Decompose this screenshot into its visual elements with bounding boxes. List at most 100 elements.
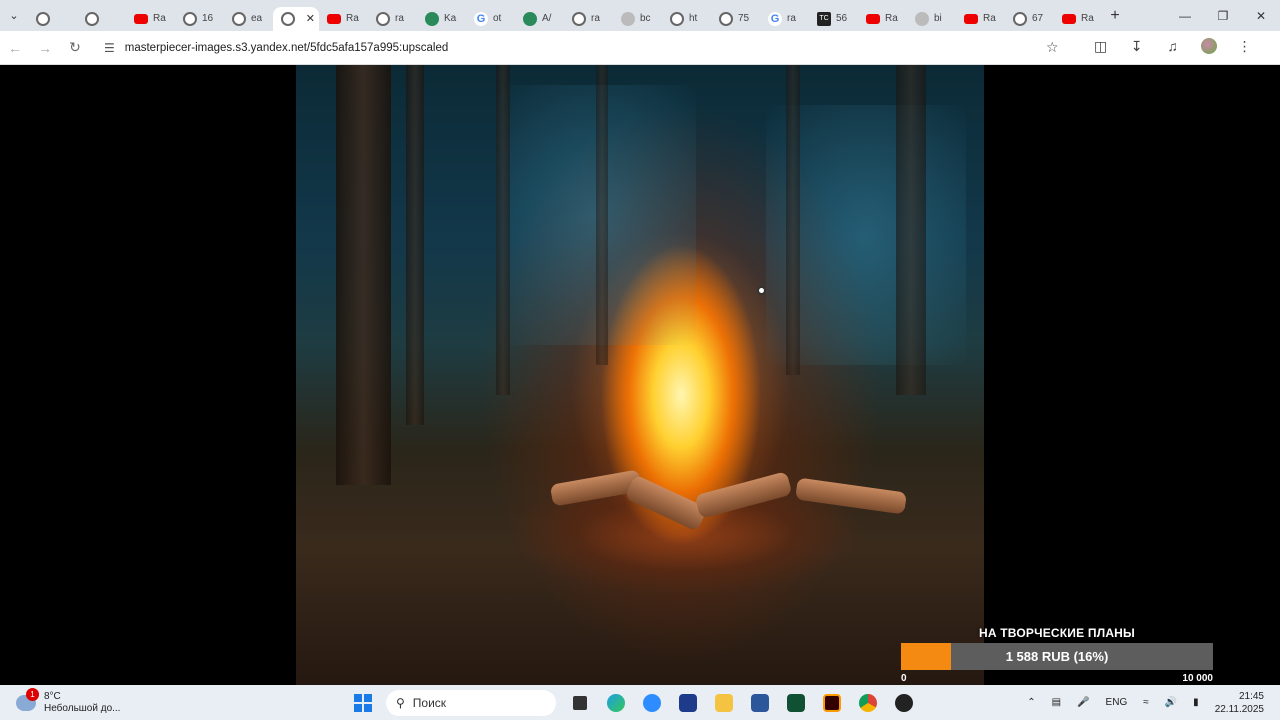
monitor-app-icon[interactable] bbox=[673, 690, 703, 716]
cloud-rain-icon: 1 bbox=[16, 687, 39, 711]
tab[interactable]: TC 56 bbox=[809, 7, 858, 31]
battery-icon[interactable]: ▮ bbox=[1193, 697, 1199, 708]
language-indicator[interactable]: ENG bbox=[1106, 697, 1128, 708]
tree-trunk bbox=[336, 65, 391, 485]
tab[interactable]: ra bbox=[564, 7, 613, 31]
chevron-down-icon: ⌄ bbox=[9, 10, 19, 22]
firewood-log bbox=[694, 471, 793, 519]
start-button[interactable] bbox=[350, 690, 376, 716]
tab[interactable]: bi bbox=[907, 7, 956, 31]
donation-max: 10 000 bbox=[1182, 673, 1213, 684]
game-app-icon[interactable] bbox=[889, 690, 919, 716]
volume-icon[interactable]: 🔊 bbox=[1165, 697, 1177, 708]
media-control-icon[interactable]: ♫ bbox=[1155, 38, 1191, 57]
profile-avatar[interactable] bbox=[1191, 38, 1227, 57]
tab[interactable]: Ra bbox=[858, 7, 907, 31]
tab[interactable]: 16 bbox=[175, 7, 224, 31]
extensions-icon[interactable]: ◫ bbox=[1083, 38, 1119, 57]
bookmark-star-icon[interactable]: ☆ bbox=[1046, 39, 1059, 56]
word-app-icon[interactable] bbox=[745, 690, 775, 716]
tab[interactable]: Ra bbox=[956, 7, 1005, 31]
tab[interactable]: A/ bbox=[515, 7, 564, 31]
globe-icon bbox=[232, 11, 246, 26]
microphone-icon[interactable]: 🎤 bbox=[1077, 697, 1089, 708]
close-tab-icon[interactable]: ✕ bbox=[306, 12, 315, 25]
tab[interactable]: Got bbox=[466, 7, 515, 31]
donation-scale: 0 10 000 bbox=[901, 673, 1213, 684]
maximize-button[interactable]: ❐ bbox=[1204, 0, 1242, 31]
back-button[interactable]: ← bbox=[0, 33, 30, 63]
tab-label: Ra bbox=[885, 13, 898, 24]
minimize-button[interactable]: — bbox=[1166, 0, 1204, 31]
task-manager-icon[interactable]: ▤ bbox=[1052, 697, 1061, 708]
new-tab-button[interactable]: + bbox=[1103, 7, 1127, 25]
taskbar-search[interactable]: ⚲ Поиск bbox=[386, 689, 556, 716]
zoom-cursor-icon bbox=[757, 286, 766, 295]
zoom-app-icon[interactable] bbox=[637, 690, 667, 716]
google-icon: G bbox=[768, 11, 782, 26]
tab[interactable]: 67 bbox=[1005, 7, 1054, 31]
clock[interactable]: 21:45 22.11.2025 bbox=[1215, 690, 1264, 716]
tab[interactable] bbox=[28, 7, 77, 31]
tab-active[interactable]: ✕ bbox=[273, 6, 319, 31]
tab-label: ea bbox=[251, 13, 263, 24]
tab-label: Ra bbox=[346, 13, 359, 24]
reload-icon: ↻ bbox=[69, 39, 81, 55]
tab[interactable]: Ra bbox=[319, 7, 368, 31]
terminal-app-icon[interactable] bbox=[781, 690, 811, 716]
tab-label: 16 bbox=[202, 13, 214, 24]
chrome-browser-icon[interactable] bbox=[853, 690, 883, 716]
tab[interactable]: ht bbox=[662, 7, 711, 31]
tab-label: ra bbox=[395, 13, 404, 24]
tab-label: ht bbox=[689, 13, 698, 24]
tab[interactable]: Ka bbox=[417, 7, 466, 31]
tab[interactable]: ra bbox=[368, 7, 417, 31]
tab[interactable]: ea bbox=[224, 7, 273, 31]
campfire-forest-image bbox=[296, 65, 984, 685]
youtube-icon bbox=[327, 13, 341, 24]
weather-description: Небольшой до... bbox=[44, 702, 121, 714]
globe-icon bbox=[376, 11, 390, 26]
arrow-left-icon: ← bbox=[8, 39, 22, 56]
url-field[interactable]: ☰ masterpiecer-images.s3.yandex.net/5fdc… bbox=[96, 33, 1066, 62]
site-settings-icon[interactable]: ☰ bbox=[104, 41, 115, 55]
weather-temperature: 8°C bbox=[44, 690, 61, 702]
file-explorer-icon[interactable] bbox=[709, 690, 739, 716]
tab[interactable] bbox=[77, 7, 126, 31]
window-controls: — ❐ ✕ bbox=[1166, 0, 1280, 31]
download-icon[interactable]: ↧ bbox=[1119, 38, 1155, 57]
tab[interactable]: Ra bbox=[126, 7, 175, 31]
chevron-up-icon[interactable]: ⌃ bbox=[1027, 697, 1035, 708]
tab[interactable]: Ra bbox=[1054, 7, 1103, 31]
globe-icon bbox=[719, 11, 733, 26]
donation-title: НА ТВОРЧЕСКИЕ ПЛАНЫ bbox=[978, 626, 1135, 640]
task-view-icon[interactable] bbox=[565, 690, 595, 716]
wifi-icon[interactable]: ≈ bbox=[1143, 697, 1149, 708]
search-icon: ⚲ bbox=[396, 695, 405, 710]
tab[interactable]: 75 bbox=[711, 7, 760, 31]
grey-icon bbox=[621, 11, 635, 26]
tab-label: Ra bbox=[983, 13, 996, 24]
clock-date: 22.11.2025 bbox=[1214, 703, 1264, 715]
weather-widget[interactable]: 1 8°C Небольшой до... bbox=[0, 687, 180, 715]
tab-label: bc bbox=[640, 13, 651, 24]
tree-trunk bbox=[406, 65, 424, 425]
tab[interactable]: bc bbox=[613, 7, 662, 31]
edge-browser-icon[interactable] bbox=[601, 690, 631, 716]
reload-button[interactable]: ↻ bbox=[60, 33, 90, 63]
youtube-icon bbox=[1062, 13, 1076, 24]
arrow-right-icon: → bbox=[38, 39, 52, 56]
tab-label: Ra bbox=[153, 13, 166, 24]
notification-badge: 1 bbox=[26, 687, 39, 701]
tab-label: Ka bbox=[444, 13, 457, 24]
illustrator-app-icon[interactable] bbox=[817, 690, 847, 716]
kinopoisk-icon bbox=[425, 11, 439, 26]
menu-kebab-icon[interactable]: ⋮ bbox=[1227, 38, 1263, 57]
tab[interactable]: Gra bbox=[760, 7, 809, 31]
close-window-button[interactable]: ✕ bbox=[1242, 0, 1280, 31]
tab-search-button[interactable]: ⌄ bbox=[0, 0, 28, 31]
forward-button[interactable]: → bbox=[30, 33, 60, 63]
toolbar-actions: ◫ ↧ ♫ ⋮ bbox=[1083, 38, 1263, 57]
clock-time: 21:45 bbox=[1238, 690, 1264, 702]
tab-label: 75 bbox=[738, 13, 750, 24]
